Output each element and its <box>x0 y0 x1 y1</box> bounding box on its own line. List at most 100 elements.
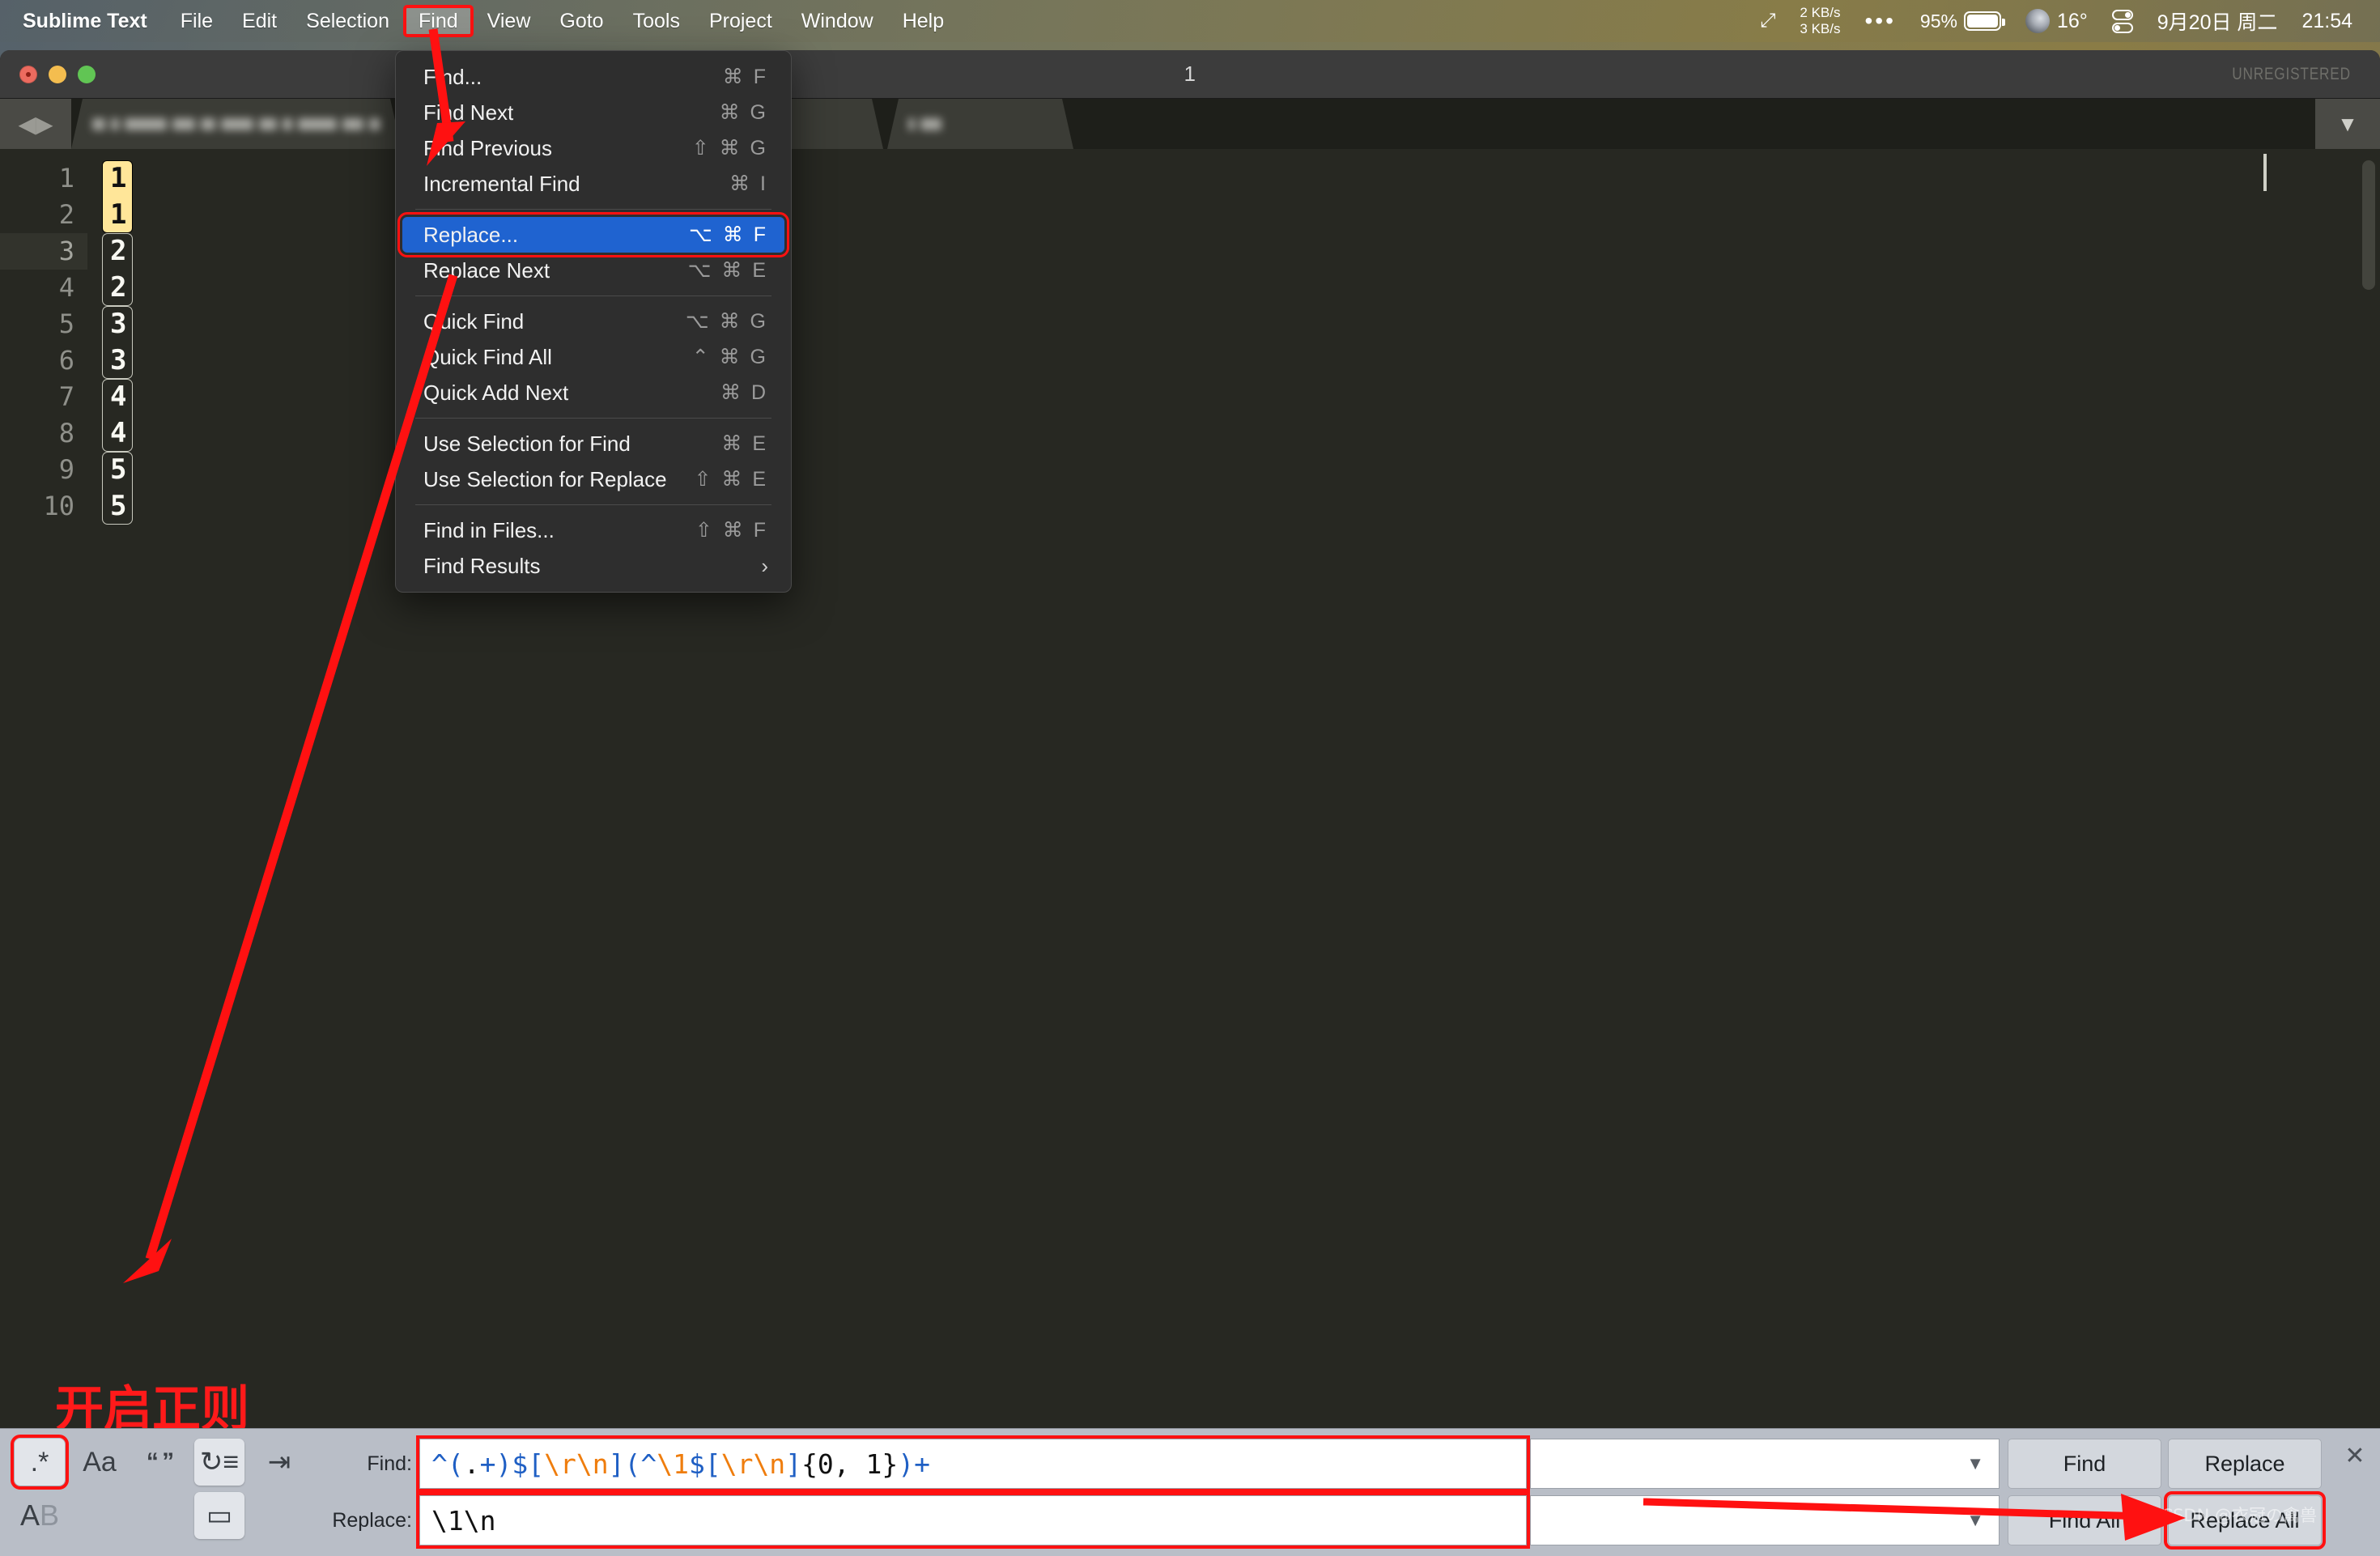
line-number: 3 <box>0 233 87 270</box>
menubar-item-find[interactable]: Find <box>403 5 474 37</box>
preserve-case-toggle[interactable]: AB <box>15 1492 65 1539</box>
find-replace-fields: Find: ^(. +)$[\r\n](^ \1 $[\r\n] {0, 1})+ ▼ … <box>324 1429 2330 1556</box>
menubar-time[interactable]: 21:54 <box>2301 10 2352 33</box>
line-number: 5 <box>58 308 74 339</box>
line-number: 10 <box>43 491 74 521</box>
menu-separator <box>415 504 771 505</box>
menu-item-replace-next[interactable]: Replace Next ⌥ ⌘ E <box>402 253 784 288</box>
menubar-item-window[interactable]: Window <box>788 6 887 36</box>
menubar-item-goto[interactable]: Goto <box>546 6 617 36</box>
code-editor-area[interactable]: 1 2 3 4 5 6 7 8 9 10 1 1 2 2 3 3 4 4 5 5 <box>0 149 2380 1380</box>
code-line: 1 <box>110 198 127 231</box>
replace-row: Replace: \1\n ▼ Find All Replace All <box>324 1491 2330 1550</box>
chevron-down-icon[interactable]: ▼ <box>2315 99 2380 149</box>
replace-all-button[interactable]: Replace All <box>2164 1491 2326 1550</box>
diagonal-arrows-icon[interactable]: ⤢ <box>1760 10 1775 32</box>
menubar-date[interactable]: 9月20日 周二 <box>2157 6 2278 36</box>
editor-tab[interactable] <box>887 99 1073 149</box>
replace-history-dropdown[interactable]: ▼ <box>1530 1495 2000 1545</box>
find-input[interactable]: ^(. +)$[\r\n](^ \1 $[\r\n] {0, 1})+ <box>419 1439 1527 1489</box>
menu-item-incremental-find[interactable]: Incremental Find ⌘ I <box>402 166 784 202</box>
find-label: Find: <box>367 1452 412 1475</box>
line-number: 6 <box>58 345 74 376</box>
window-title-bar: 1 UNREGISTERED <box>0 50 2380 99</box>
replace-button[interactable]: Replace <box>2168 1439 2322 1489</box>
editor-tab[interactable] <box>71 99 402 149</box>
find-option-toggles: .* Aa “ ” ↻≡ ⇥ AB ▭ <box>0 1429 324 1556</box>
menubar-item-selection[interactable]: Selection <box>292 6 403 36</box>
menu-item-use-selection-for-find[interactable]: Use Selection for Find ⌘ E <box>402 426 784 461</box>
close-x-icon[interactable]: ✕ <box>2330 1429 2380 1556</box>
back-forward-arrows-icon[interactable]: ◀▶ <box>0 99 71 149</box>
regex-toggle[interactable]: .* <box>11 1435 69 1490</box>
menubar-item-tools[interactable]: Tools <box>619 6 694 36</box>
find-button[interactable]: Find <box>2008 1439 2161 1489</box>
menu-separator <box>415 209 771 210</box>
menu-item-replace[interactable]: Replace... ⌥ ⌘ F <box>397 212 789 257</box>
find-all-button[interactable]: Find All <box>2008 1495 2161 1545</box>
code-line: 4 <box>110 380 127 413</box>
menubar-app-name[interactable]: Sublime Text <box>23 6 165 36</box>
find-history-dropdown[interactable]: ▼ <box>1530 1439 2000 1489</box>
menu-item-use-selection-for-replace[interactable]: Use Selection for Replace ⇧ ⌘ E <box>402 461 784 497</box>
menu-separator <box>415 295 771 296</box>
network-download-speed: 3 KB/s <box>1800 21 1841 36</box>
line-number-gutter: 1 2 3 4 5 6 7 8 9 10 <box>0 149 87 1380</box>
menubar-item-project[interactable]: Project <box>695 6 786 36</box>
code-line: 3 <box>110 344 127 376</box>
menu-item-quick-find-all[interactable]: Quick Find All ⌃ ⌘ G <box>402 339 784 375</box>
code-line: 5 <box>110 453 127 486</box>
menu-item-find[interactable]: Find... ⌘ F <box>402 59 784 95</box>
replace-input[interactable]: \1\n <box>419 1495 1527 1545</box>
battery-status[interactable]: 95% <box>1920 11 2005 32</box>
find-menu-dropdown: Find... ⌘ F Find Next ⌘ G Find Previous … <box>395 50 792 593</box>
network-speed-indicator[interactable]: 2 KB/s 3 KB/s <box>1800 5 1840 37</box>
network-upload-speed: 2 KB/s <box>1800 5 1841 20</box>
tab-title-blurred <box>92 118 380 130</box>
line-number: 9 <box>58 454 74 485</box>
menu-item-quick-add-next[interactable]: Quick Add Next ⌘ D <box>402 375 784 410</box>
find-row-buttons: Find Replace <box>2008 1439 2330 1489</box>
editor-tab-strip: ◀▶ ▼ <box>0 99 2380 149</box>
weather-status[interactable]: 16° <box>2025 9 2088 33</box>
text-cursor <box>2263 154 2267 191</box>
code-line: 4 <box>110 417 127 449</box>
code-line: 2 <box>110 235 127 267</box>
menu-item-quick-find[interactable]: Quick Find ⌥ ⌘ G <box>402 304 784 339</box>
tab-title-blurred <box>908 118 941 130</box>
battery-icon <box>1963 11 2005 31</box>
line-number: 2 <box>58 199 74 230</box>
line-number: 4 <box>58 272 74 303</box>
menubar-item-view[interactable]: View <box>474 6 545 36</box>
in-selection-toggle[interactable]: ⇥ <box>254 1439 304 1486</box>
menubar-item-edit[interactable]: Edit <box>228 6 291 36</box>
menu-item-find-results[interactable]: Find Results › <box>402 548 784 584</box>
code-line: 5 <box>110 490 127 522</box>
menu-item-find-previous[interactable]: Find Previous ⇧ ⌘ G <box>402 130 784 166</box>
replace-row-buttons: Find All Replace All <box>2008 1491 2330 1550</box>
window-title: 1 <box>1184 62 1196 86</box>
case-sensitive-toggle[interactable]: Aa <box>74 1439 125 1486</box>
menu-item-find-next[interactable]: Find Next ⌘ G <box>402 95 784 130</box>
menu-extras-dots-icon[interactable]: ••• <box>1864 10 1895 32</box>
line-number: 7 <box>58 381 74 412</box>
temperature-value: 16° <box>2056 9 2088 32</box>
wrap-toggle[interactable]: ↻≡ <box>194 1439 244 1486</box>
line-number: 8 <box>58 418 74 449</box>
whole-word-toggle[interactable]: “ ” <box>134 1439 185 1486</box>
replace-label: Replace: <box>332 1508 412 1532</box>
line-number: 1 <box>58 163 74 193</box>
control-center-icon[interactable] <box>2111 9 2133 33</box>
code-line: 3 <box>110 308 127 340</box>
code-line: 1 <box>110 162 127 194</box>
show-context-toggle[interactable]: ▭ <box>194 1492 244 1539</box>
unregistered-badge: UNREGISTERED <box>2232 64 2351 83</box>
menubar-item-help[interactable]: Help <box>889 6 958 36</box>
macos-menu-bar: Sublime Text File Edit Selection Find Vi… <box>0 0 2380 42</box>
menubar-item-file[interactable]: File <box>167 6 227 36</box>
menubar-status-area: ⤢ 2 KB/s 3 KB/s ••• 95% 16° 9月20日 周二 21:… <box>1736 5 2380 37</box>
editor-minimap[interactable] <box>2362 160 2375 290</box>
find-replace-panel: .* Aa “ ” ↻≡ ⇥ AB ▭ Find: ^(. +)$[\r\n… <box>0 1428 2380 1556</box>
menu-item-find-in-files[interactable]: Find in Files... ⇧ ⌘ F <box>402 512 784 548</box>
moon-icon <box>2025 9 2050 33</box>
